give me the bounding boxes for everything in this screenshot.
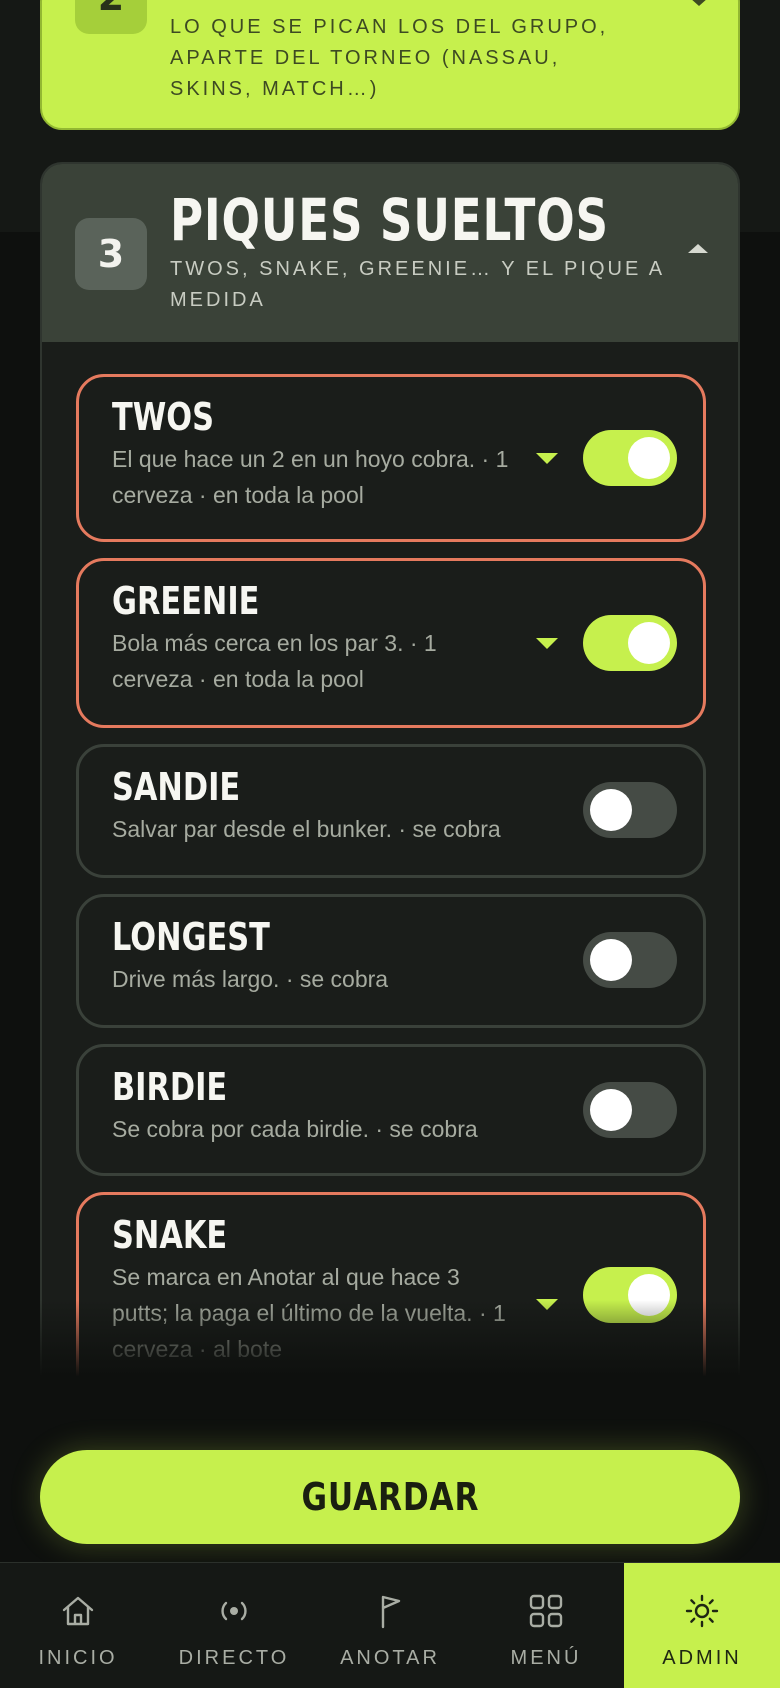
nav-item-admin[interactable]: ADMIN [624, 1563, 780, 1688]
section-3-subtitle: TWOS, SNAKE, GREENIE… Y EL PIQUE A MEDID… [170, 258, 664, 311]
nav-label: MENÚ [510, 1647, 582, 1669]
toggle-knob [590, 939, 632, 981]
bet-item-name: LONGEST [112, 915, 270, 959]
nav-label: DIRECTO [178, 1647, 290, 1669]
bet-item-description: Salvar par desde el bunker. · se cobra [112, 816, 501, 842]
bet-item-longest[interactable]: LONGEST Drive más largo. · se cobra [76, 894, 706, 1028]
nav-item-inicio[interactable]: INICIO [0, 1563, 156, 1688]
section-3-header[interactable]: 3 PIQUES SUELTOS TWOS, SNAKE, GREENIE… Y… [42, 164, 738, 342]
bet-item-greenie[interactable]: GREENIE Bola más cerca en los par 3. · 1… [76, 558, 706, 728]
save-button-label: GUARDAR [301, 1475, 479, 1519]
scroll-fade [40, 1300, 740, 1390]
expand-arrow-icon[interactable] [536, 453, 558, 464]
save-button[interactable]: GUARDAR [40, 1450, 740, 1544]
toggle-knob [628, 622, 670, 664]
bet-item-twos[interactable]: TWOS El que hace un 2 en un hoyo cobra. … [76, 374, 706, 542]
grid-icon [529, 1594, 563, 1628]
section-3-panel: 3 PIQUES SUELTOS TWOS, SNAKE, GREENIE… Y… [40, 162, 740, 1382]
bottom-nav: INICIO DIRECTO ANOTAR MENÚ ADMIN [0, 1562, 780, 1688]
bet-item-name: SNAKE [112, 1213, 228, 1257]
home-icon [62, 1596, 94, 1626]
bet-item-name: TWOS [112, 395, 215, 439]
bet-item-sandie[interactable]: SANDIE Salvar par desde el bunker. · se … [76, 744, 706, 878]
bet-item-description: Drive más largo. · se cobra [112, 966, 389, 992]
nav-item-directo[interactable]: DIRECTO [156, 1563, 312, 1688]
toggle-switch[interactable] [583, 782, 677, 838]
bet-item-description: Bola más cerca en los par 3. · 1 cerveza… [112, 630, 437, 692]
section-3-number: 3 [75, 218, 147, 290]
nav-label: INICIO [38, 1647, 118, 1669]
chevron-up-icon[interactable] [688, 244, 708, 253]
section-2-number: 2 [75, 0, 147, 34]
toggle-switch[interactable] [583, 615, 677, 671]
nav-label: ANOTAR [340, 1647, 440, 1669]
nav-item-anotar[interactable]: ANOTAR [312, 1563, 468, 1688]
bet-item-description: Se cobra por cada birdie. · se cobra [112, 1116, 478, 1142]
sun-icon [685, 1594, 719, 1628]
nav-label: ADMIN [662, 1647, 742, 1669]
nav-item-menu[interactable]: MENÚ [468, 1563, 624, 1688]
section-2-card[interactable]: 2 LO QUE SE PICAN LOS DEL GRUPO, APARTE … [40, 0, 740, 130]
expand-arrow-icon[interactable] [536, 638, 558, 649]
toggle-switch[interactable] [583, 430, 677, 486]
toggle-knob [590, 1089, 632, 1131]
flag-icon [381, 1595, 401, 1629]
toggle-switch[interactable] [583, 932, 677, 988]
toggle-knob [628, 437, 670, 479]
bet-item-name: SANDIE [112, 765, 241, 809]
toggle-switch[interactable] [583, 1082, 677, 1138]
toggle-knob [590, 789, 632, 831]
bet-item-name: BIRDIE [112, 1065, 228, 1109]
bet-item-description: El que hace un 2 en un hoyo cobra. · 1 c… [112, 446, 509, 508]
chevron-down-icon[interactable] [690, 0, 708, 6]
section-2-subtitle: LO QUE SE PICAN LOS DEL GRUPO, APARTE DE… [170, 16, 609, 100]
bet-item-birdie[interactable]: BIRDIE Se cobra por cada birdie. · se co… [76, 1044, 706, 1176]
bet-item-name: GREENIE [112, 579, 260, 623]
live-icon [221, 1601, 247, 1621]
section-3-title: PIQUES SUELTOS [170, 186, 609, 254]
